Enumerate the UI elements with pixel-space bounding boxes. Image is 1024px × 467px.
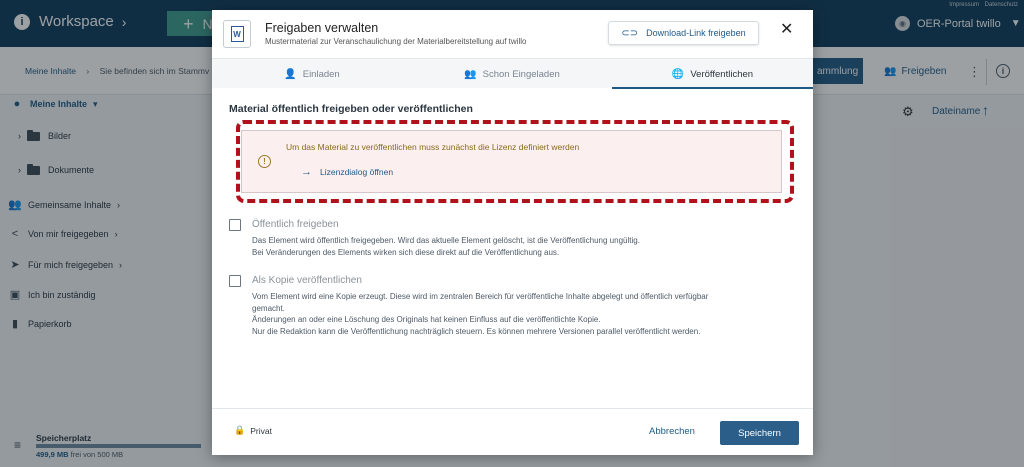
document-icon: W	[223, 20, 251, 48]
dialog-body: Material öffentlich freigeben oder veröf…	[212, 88, 813, 408]
description-line: Bei Veränderungen des Elements wirken si…	[252, 247, 560, 257]
description-line: Vom Element wird eine Kopie erzeugt. Die…	[252, 292, 709, 301]
description-line: Änderungen an oder eine Löschung des Ori…	[252, 315, 601, 324]
privacy-label: Privat	[250, 425, 272, 436]
description-line: Nur die Redaktion kann die Veröffentlich…	[252, 326, 701, 336]
tab-publish[interactable]: 🌐 Veröffentlichen	[612, 59, 813, 89]
save-button[interactable]: Speichern	[720, 421, 799, 445]
cancel-button[interactable]: Abbrechen	[649, 426, 695, 437]
privacy-status: 🔒 Privat	[234, 425, 272, 436]
option-label[interactable]: Als Kopie veröffentlichen	[252, 275, 362, 286]
download-link-button[interactable]: ⊂⊃ Download-Link freigeben	[608, 21, 759, 45]
close-icon[interactable]: ✕	[780, 22, 793, 38]
description-line: gemacht.	[252, 303, 285, 313]
public-share-checkbox[interactable]	[229, 219, 241, 231]
dialog-header: W Freigaben verwalten Mustermaterial zur…	[212, 10, 813, 58]
option-description: Das Element wird öffentlich freigegeben.…	[252, 235, 797, 258]
tab-label: Schon Eingeladen	[482, 68, 560, 80]
option-description: Vom Element wird eine Kopie erzeugt. Die…	[252, 291, 797, 337]
publish-copy-checkbox[interactable]	[229, 275, 241, 287]
globe-icon: 🌐	[671, 68, 685, 80]
tab-label: Veröffentlichen	[690, 68, 754, 80]
group-icon: 👥	[464, 68, 477, 80]
description-line: Das Element wird öffentlich freigegeben.…	[252, 236, 640, 245]
person-add-icon: 👤	[284, 68, 297, 80]
dialog-subtitle: Mustermaterial zur Veranschaulichung der…	[265, 37, 527, 46]
share-dialog: W Freigaben verwalten Mustermaterial zur…	[212, 10, 813, 455]
dialog-title: Freigaben verwalten	[265, 21, 379, 35]
highlight-annotation	[236, 120, 794, 203]
dialog-footer: 🔒 Privat Abbrechen Speichern	[212, 408, 813, 455]
link-icon: ⊂⊃	[621, 27, 639, 39]
download-link-label: Download-Link freigeben	[646, 28, 746, 38]
lock-icon: 🔒	[234, 425, 246, 435]
dialog-tabs: 👤 Einladen 👥 Schon Eingeladen 🌐 Veröffen…	[212, 58, 813, 89]
tab-invite[interactable]: 👤 Einladen	[212, 59, 412, 89]
option-label[interactable]: Öffentlich freigeben	[252, 219, 339, 230]
tab-already-invited[interactable]: 👥 Schon Eingeladen	[412, 59, 612, 89]
tab-label: Einladen	[302, 68, 340, 80]
section-title: Material öffentlich freigeben oder veröf…	[229, 103, 473, 115]
